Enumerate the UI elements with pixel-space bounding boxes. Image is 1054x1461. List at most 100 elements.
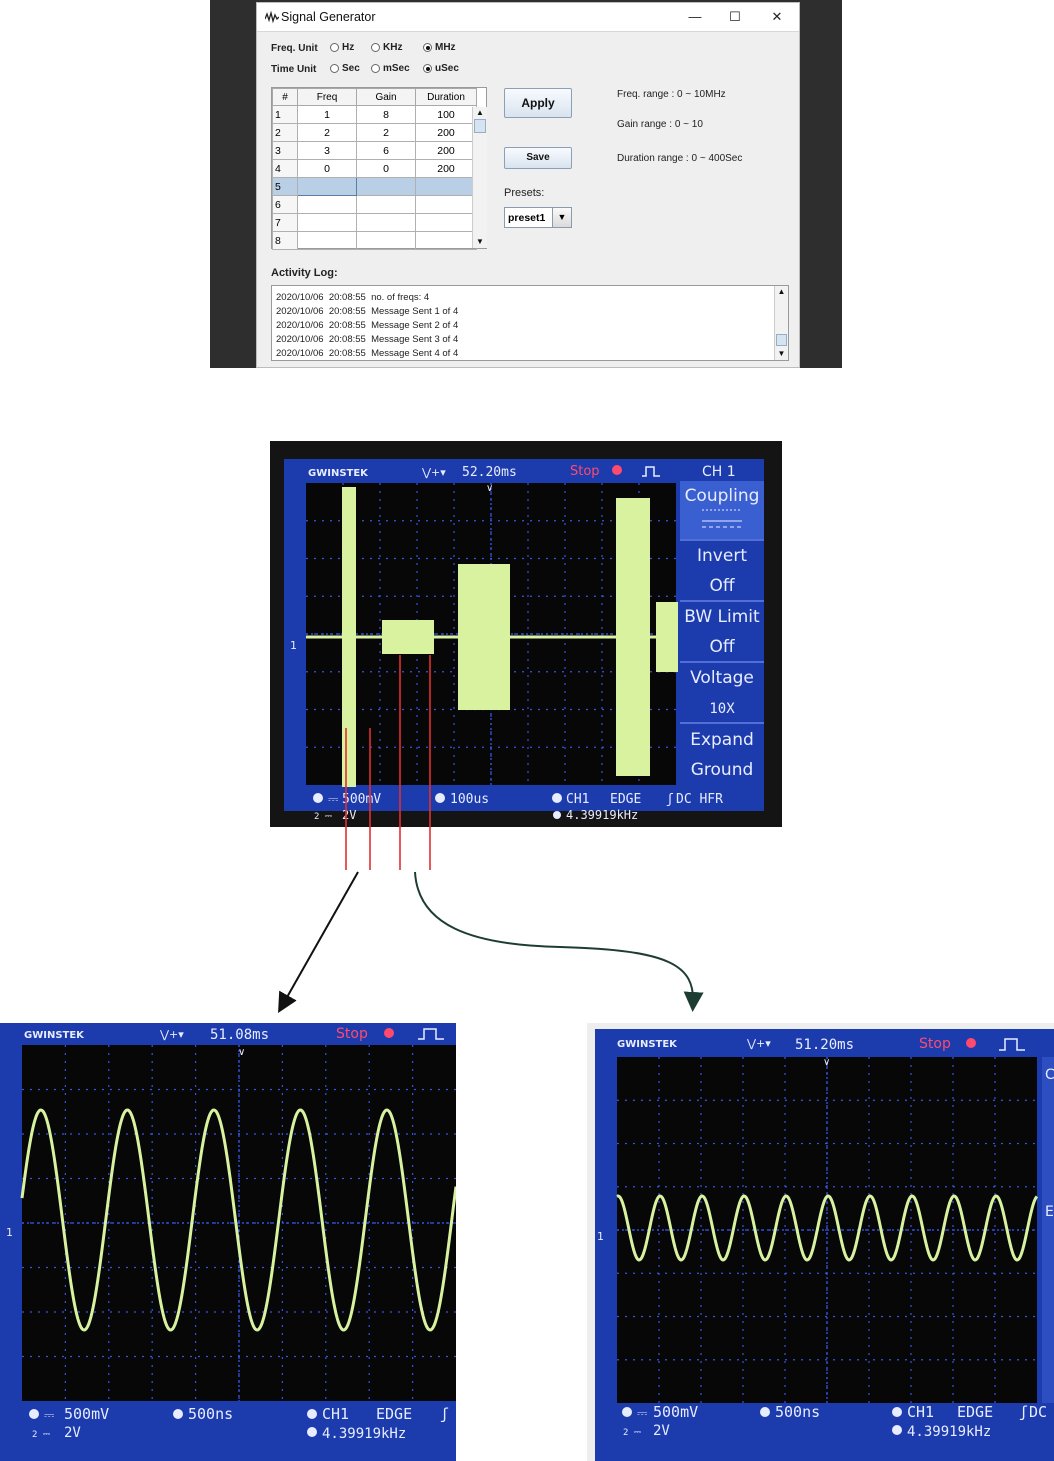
frequency-readout: 4.39919kHz	[566, 808, 638, 822]
ch1-scale: 500mV	[342, 792, 381, 807]
log-line: 2020/10/06 20:08:55 Message Sent 2 of 4	[276, 320, 459, 331]
radio-circle	[371, 64, 380, 73]
table-row[interactable]: 6	[272, 195, 477, 214]
gain-cell[interactable]: 8	[356, 105, 416, 124]
trigger-position-icon: ∨	[823, 1057, 830, 1068]
radio-label: MHz	[435, 42, 456, 53]
column-header-number[interactable]: #	[272, 88, 298, 106]
rising-edge-icon: ʃ	[440, 1405, 449, 1423]
time-readout: 51.20ms	[795, 1037, 854, 1053]
column-header-duration[interactable]: Duration	[415, 88, 477, 106]
maximize-button[interactable]: ☐	[725, 8, 745, 26]
freq-cell[interactable]	[297, 195, 357, 214]
freq-cell[interactable]: 3	[297, 141, 357, 160]
zoom-arrow-left	[278, 871, 359, 1013]
menu-expand[interactable]: Expand	[690, 730, 754, 750]
svg-text:2 ⎓: 2 ⎓	[623, 1428, 641, 1438]
time-unit-sec-radio[interactable]: Sec	[330, 63, 360, 74]
radio-label: KHz	[383, 42, 403, 53]
log-scrollbar[interactable]: ▲ ▼	[774, 286, 788, 360]
scroll-down-icon[interactable]: ▼	[473, 236, 487, 248]
scroll-down-icon[interactable]: ▼	[775, 348, 788, 360]
freq-cell[interactable]: 2	[297, 123, 357, 142]
scroll-thumb[interactable]	[474, 119, 486, 133]
gain-cell[interactable]	[356, 231, 416, 250]
table-row[interactable]: 4 0 0 200	[272, 159, 477, 178]
signal-generator-window: Signal Generator — ☐ ✕ Freq. Unit Hz KHz…	[256, 2, 800, 368]
gain-cell[interactable]: 2	[356, 123, 416, 142]
presets-dropdown[interactable]: preset1 ▼	[504, 207, 572, 228]
duration-cell[interactable]: 100	[415, 105, 477, 124]
duration-cell[interactable]: 200	[415, 159, 477, 178]
freq-unit-khz-radio[interactable]: KHz	[371, 42, 402, 53]
freq-unit-mhz-radio[interactable]: MHz	[423, 42, 456, 53]
menu-coupling[interactable]: Coupling	[685, 486, 760, 506]
radio-label: uSec	[435, 63, 459, 74]
freq-unit-hz-radio[interactable]: Hz	[330, 42, 354, 53]
save-button[interactable]: Save	[504, 147, 572, 169]
column-header-freq[interactable]: Freq	[297, 88, 357, 106]
table-scrollbar[interactable]: ▲ ▼	[472, 107, 487, 248]
oscilloscope-zoom-left-screen: GWINSTEK ⋁+▾ 51.08ms Stop ∨ 1 ⎓ 500mV 2 …	[0, 1023, 456, 1461]
table-row[interactable]: 1 1 8 100	[272, 105, 477, 124]
menu-voltage[interactable]: Voltage	[690, 668, 754, 688]
channel-marker: 1	[290, 639, 297, 652]
freq-cell[interactable]	[297, 231, 357, 250]
table-row[interactable]: 3 3 6 200	[272, 141, 477, 160]
freq-cell[interactable]: 0	[297, 159, 357, 178]
menu-invert[interactable]: Invert	[697, 546, 747, 566]
gain-cell[interactable]: 6	[356, 141, 416, 160]
trigger-position-icon: ∨	[238, 1047, 245, 1058]
trigger-coupling: DC HFR	[676, 792, 723, 807]
stop-dot-icon	[612, 465, 622, 475]
row-number: 3	[272, 141, 298, 160]
zoom-arrow-right	[414, 871, 704, 1012]
apply-button[interactable]: Apply	[504, 88, 572, 118]
gain-cell[interactable]	[356, 195, 416, 214]
freq-cell[interactable]	[297, 213, 357, 232]
table-row[interactable]: 7	[272, 213, 477, 232]
table-row-selected[interactable]: 5	[272, 177, 477, 196]
side-menu-letter: C	[1045, 1067, 1054, 1083]
table-row[interactable]: 2 2 2 200	[272, 123, 477, 142]
column-header-gain[interactable]: Gain	[356, 88, 416, 106]
rising-edge-icon: ʃ	[1019, 1403, 1028, 1421]
ch1-badge-icon	[29, 1409, 39, 1419]
scroll-up-icon[interactable]: ▲	[473, 107, 487, 119]
scroll-thumb[interactable]	[776, 334, 787, 346]
gain-cell[interactable]: 0	[356, 159, 416, 178]
status-stop: Stop	[336, 1026, 368, 1042]
frequency-readout: 4.39919kHz	[907, 1424, 991, 1440]
row-number: 2	[272, 123, 298, 142]
trigger-source: CH1	[566, 792, 589, 807]
duration-cell[interactable]: 200	[415, 141, 477, 160]
minimize-button[interactable]: —	[685, 8, 705, 26]
freq-cell[interactable]: 1	[297, 105, 357, 124]
chevron-down-icon[interactable]: ▼	[552, 208, 571, 227]
duration-cell[interactable]: 200	[415, 123, 477, 142]
ch1-scale: 500mV	[64, 1405, 109, 1423]
time-unit-usec-radio[interactable]: uSec	[423, 63, 459, 74]
time-unit-msec-radio[interactable]: mSec	[371, 63, 410, 74]
table-row[interactable]: 8	[272, 231, 477, 250]
channel-label: CH 1	[702, 464, 736, 480]
close-button[interactable]: ✕	[767, 8, 787, 26]
duration-cell[interactable]	[415, 195, 477, 214]
timebase: 100us	[450, 792, 489, 807]
timebase: 500ns	[188, 1405, 233, 1423]
svg-text:⎓: ⎓	[44, 1408, 54, 1423]
gain-cell[interactable]	[356, 177, 416, 196]
timebase-badge-icon	[173, 1409, 183, 1419]
radio-circle-selected	[423, 64, 432, 73]
gain-cell[interactable]	[356, 213, 416, 232]
freq-cell[interactable]	[297, 177, 357, 196]
delay-arrows-icon: ⋁+▾	[746, 1037, 771, 1050]
scroll-up-icon[interactable]: ▲	[775, 286, 788, 298]
duration-cell[interactable]	[415, 177, 477, 196]
duration-cell[interactable]	[415, 213, 477, 232]
activity-log[interactable]: 2020/10/06 20:08:55 no. of freqs: 4 2020…	[271, 285, 789, 361]
title-bar: Signal Generator — ☐ ✕	[257, 3, 799, 32]
duration-cell[interactable]	[415, 231, 477, 250]
menu-bw-limit[interactable]: BW Limit	[684, 607, 760, 627]
trigger-badge-icon	[892, 1407, 902, 1417]
